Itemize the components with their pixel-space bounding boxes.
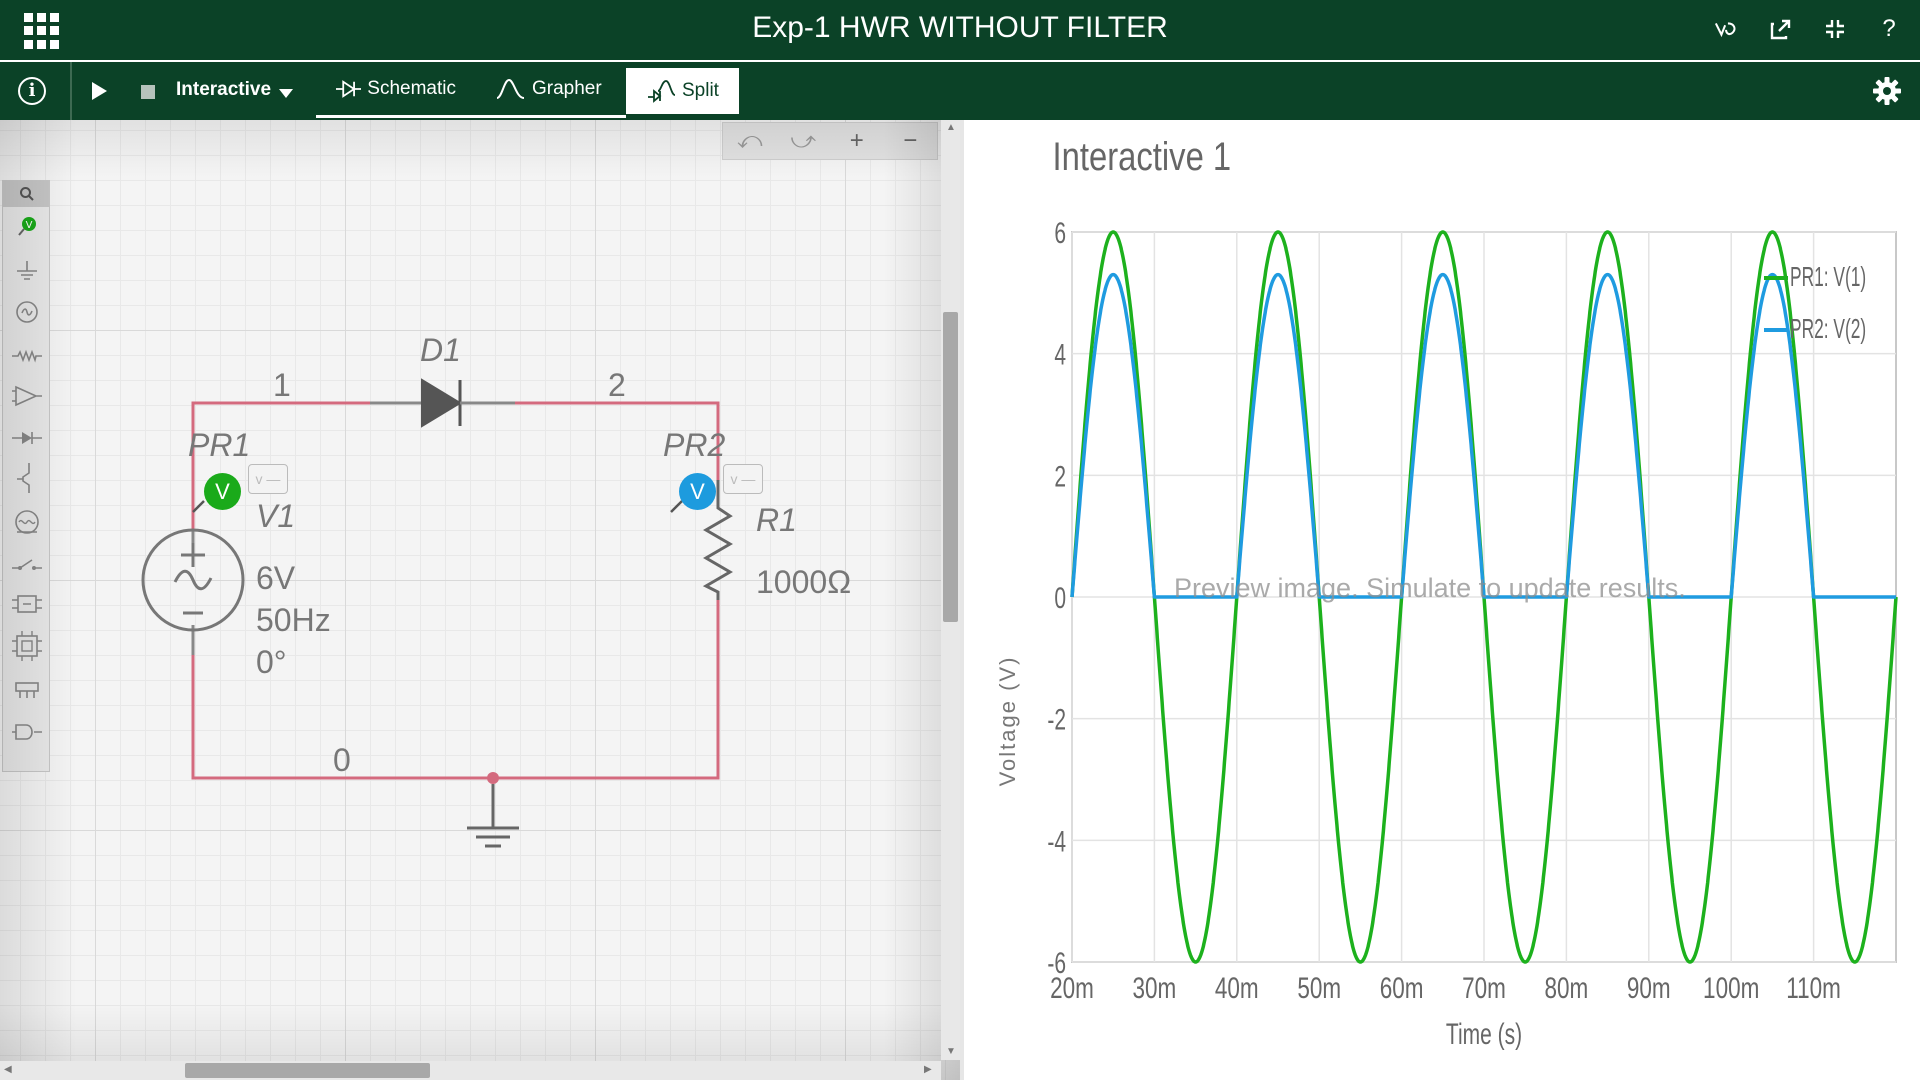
svg-text:V: V	[26, 220, 33, 231]
zoom-in-icon[interactable]: +	[837, 127, 877, 155]
ground-icon[interactable]	[11, 257, 43, 283]
zoom-out-icon[interactable]: −	[890, 127, 930, 155]
source-v1[interactable]	[141, 528, 245, 655]
schematic-icon	[336, 79, 362, 98]
opamp-icon[interactable]	[11, 383, 43, 409]
resistor-icon[interactable]	[11, 343, 43, 369]
y-tick-label: -4	[1047, 826, 1066, 858]
search-icon[interactable]	[11, 181, 43, 207]
vertical-scroll-thumb[interactable]	[943, 312, 958, 622]
tab-schematic-label: Schematic	[367, 77, 456, 99]
probe-label-pr2: PR2	[663, 427, 726, 463]
popout-icon[interactable]	[1768, 14, 1794, 44]
probe-icon[interactable]: V	[11, 213, 43, 239]
diode-ref: D1	[420, 332, 461, 368]
scroll-up-icon[interactable]: ▲	[946, 122, 956, 133]
transistor-icon[interactable]	[11, 463, 43, 493]
source-phase: 0°	[256, 644, 287, 680]
schematic-canvas[interactable]: V v — PR1 V v — PR2 1 2 0 D1 V1 6V 50Hz …	[0, 120, 960, 1080]
help-icon[interactable]: ?	[1876, 14, 1902, 44]
split-icon	[648, 80, 676, 103]
x-tick-label: 90m	[1627, 971, 1671, 1005]
info-icon[interactable]: i	[18, 77, 46, 105]
y-axis-label: Voltage (V)	[995, 656, 1020, 787]
waveform-chart[interactable]: Interactive 1 20m 30m 40m 50m 60m 70m 80m 90m 10…	[964, 120, 1920, 1080]
scroll-left-icon[interactable]: ◀	[4, 1064, 12, 1075]
title-bar: Exp-1 HWR WITHOUT FILTER ?	[0, 0, 1920, 60]
legend-label: PR1: V(1)	[1790, 261, 1866, 292]
y-tick-label: 6	[1054, 218, 1066, 250]
ic-icon[interactable]	[11, 591, 43, 617]
resistor-ref: R1	[756, 502, 797, 538]
legend-label: PR2: V(2)	[1790, 313, 1866, 344]
probe-mini-pr2[interactable]: v —	[723, 464, 763, 494]
y-tick-label: 4	[1054, 339, 1066, 371]
gate-icon[interactable]	[11, 719, 43, 745]
scroll-right-icon[interactable]: ▶	[924, 1064, 932, 1075]
tab-split-label: Split	[682, 80, 719, 101]
tab-split[interactable]: Split	[626, 68, 739, 114]
probe-lead-pr2	[670, 500, 683, 513]
source-icon[interactable]	[11, 299, 43, 325]
x-tick-label: 40m	[1215, 971, 1259, 1005]
window-title: Exp-1 HWR WITHOUT FILTER	[752, 11, 1168, 44]
node-label-1: 1	[273, 367, 291, 403]
gear-icon[interactable]	[1872, 76, 1902, 106]
diode-d1[interactable]	[370, 378, 515, 428]
x-tick-label: 60m	[1380, 971, 1424, 1005]
x-tick-label: 80m	[1545, 971, 1589, 1005]
probe-badge-pr2[interactable]: V	[679, 473, 716, 510]
y-tick-label: -2	[1047, 704, 1066, 736]
resistor-value: 1000Ω	[756, 564, 852, 600]
y-tick-label: -6	[1047, 948, 1066, 980]
ground-symbol[interactable]	[467, 772, 519, 848]
node-label-2: 2	[608, 367, 626, 403]
scroll-down-icon[interactable]: ▼	[946, 1046, 956, 1057]
source-frequency: 50Hz	[256, 602, 331, 638]
vertical-scope-icon[interactable]	[1714, 14, 1740, 44]
y-tick-label: 0	[1054, 583, 1066, 615]
graph-title: Interactive 1	[1053, 134, 1232, 179]
toolbar-separator	[70, 62, 72, 120]
tab-grapher[interactable]: Grapher	[476, 62, 626, 118]
stop-icon[interactable]	[141, 85, 155, 99]
x-axis-label: Time (s)	[1446, 1019, 1522, 1051]
connector-icon[interactable]	[11, 677, 43, 703]
node-label-0: 0	[333, 742, 351, 778]
redo-icon[interactable]: ⤻	[783, 127, 823, 155]
collapse-icon[interactable]	[1822, 14, 1848, 44]
probe-badge-pr1[interactable]: V	[204, 473, 241, 510]
mode-dropdown[interactable]: Interactive	[176, 79, 271, 101]
y-tick-label: 2	[1054, 461, 1066, 493]
x-tick-label: 50m	[1297, 971, 1341, 1005]
probe-label-pr1: PR1	[188, 427, 251, 463]
horizontal-scrollbar[interactable]: ◀ ▶	[0, 1061, 941, 1080]
tab-grapher-label: Grapher	[532, 77, 602, 99]
switch-icon[interactable]	[11, 551, 43, 577]
x-tick-label: 110m	[1786, 971, 1841, 1005]
mcu-icon[interactable]	[11, 631, 43, 661]
horizontal-scroll-thumb[interactable]	[185, 1063, 430, 1078]
meter-icon[interactable]	[11, 509, 43, 535]
component-palette: V	[2, 180, 50, 772]
x-tick-label: 70m	[1462, 971, 1506, 1005]
grapher-icon	[496, 78, 525, 99]
diode-icon[interactable]	[11, 425, 43, 451]
source-ref: V1	[256, 498, 296, 534]
main-toolbar: i Interactive Schematic Grapher Split	[0, 60, 1920, 120]
grapher-panel: Interactive 1 20m 30m 40m 50m 60m 70m 80m 90m 10…	[964, 120, 1920, 1080]
tab-schematic[interactable]: Schematic	[316, 62, 476, 118]
play-icon[interactable]	[92, 82, 107, 100]
source-voltage: 6V	[256, 560, 296, 596]
chevron-down-icon[interactable]	[279, 89, 293, 98]
x-tick-label: 100m	[1703, 971, 1759, 1005]
preview-overlay-text: Preview image. Simulate to update result…	[1174, 573, 1686, 603]
probe-mini-pr1[interactable]: v —	[248, 464, 288, 494]
edit-toolbar: ⤺ ⤻ + −	[722, 122, 938, 160]
vertical-scrollbar[interactable]: ▲ ▼	[941, 120, 960, 1060]
x-tick-label: 30m	[1133, 971, 1177, 1005]
probe-lead-pr1	[192, 500, 205, 513]
undo-icon[interactable]: ⤺	[730, 127, 770, 155]
